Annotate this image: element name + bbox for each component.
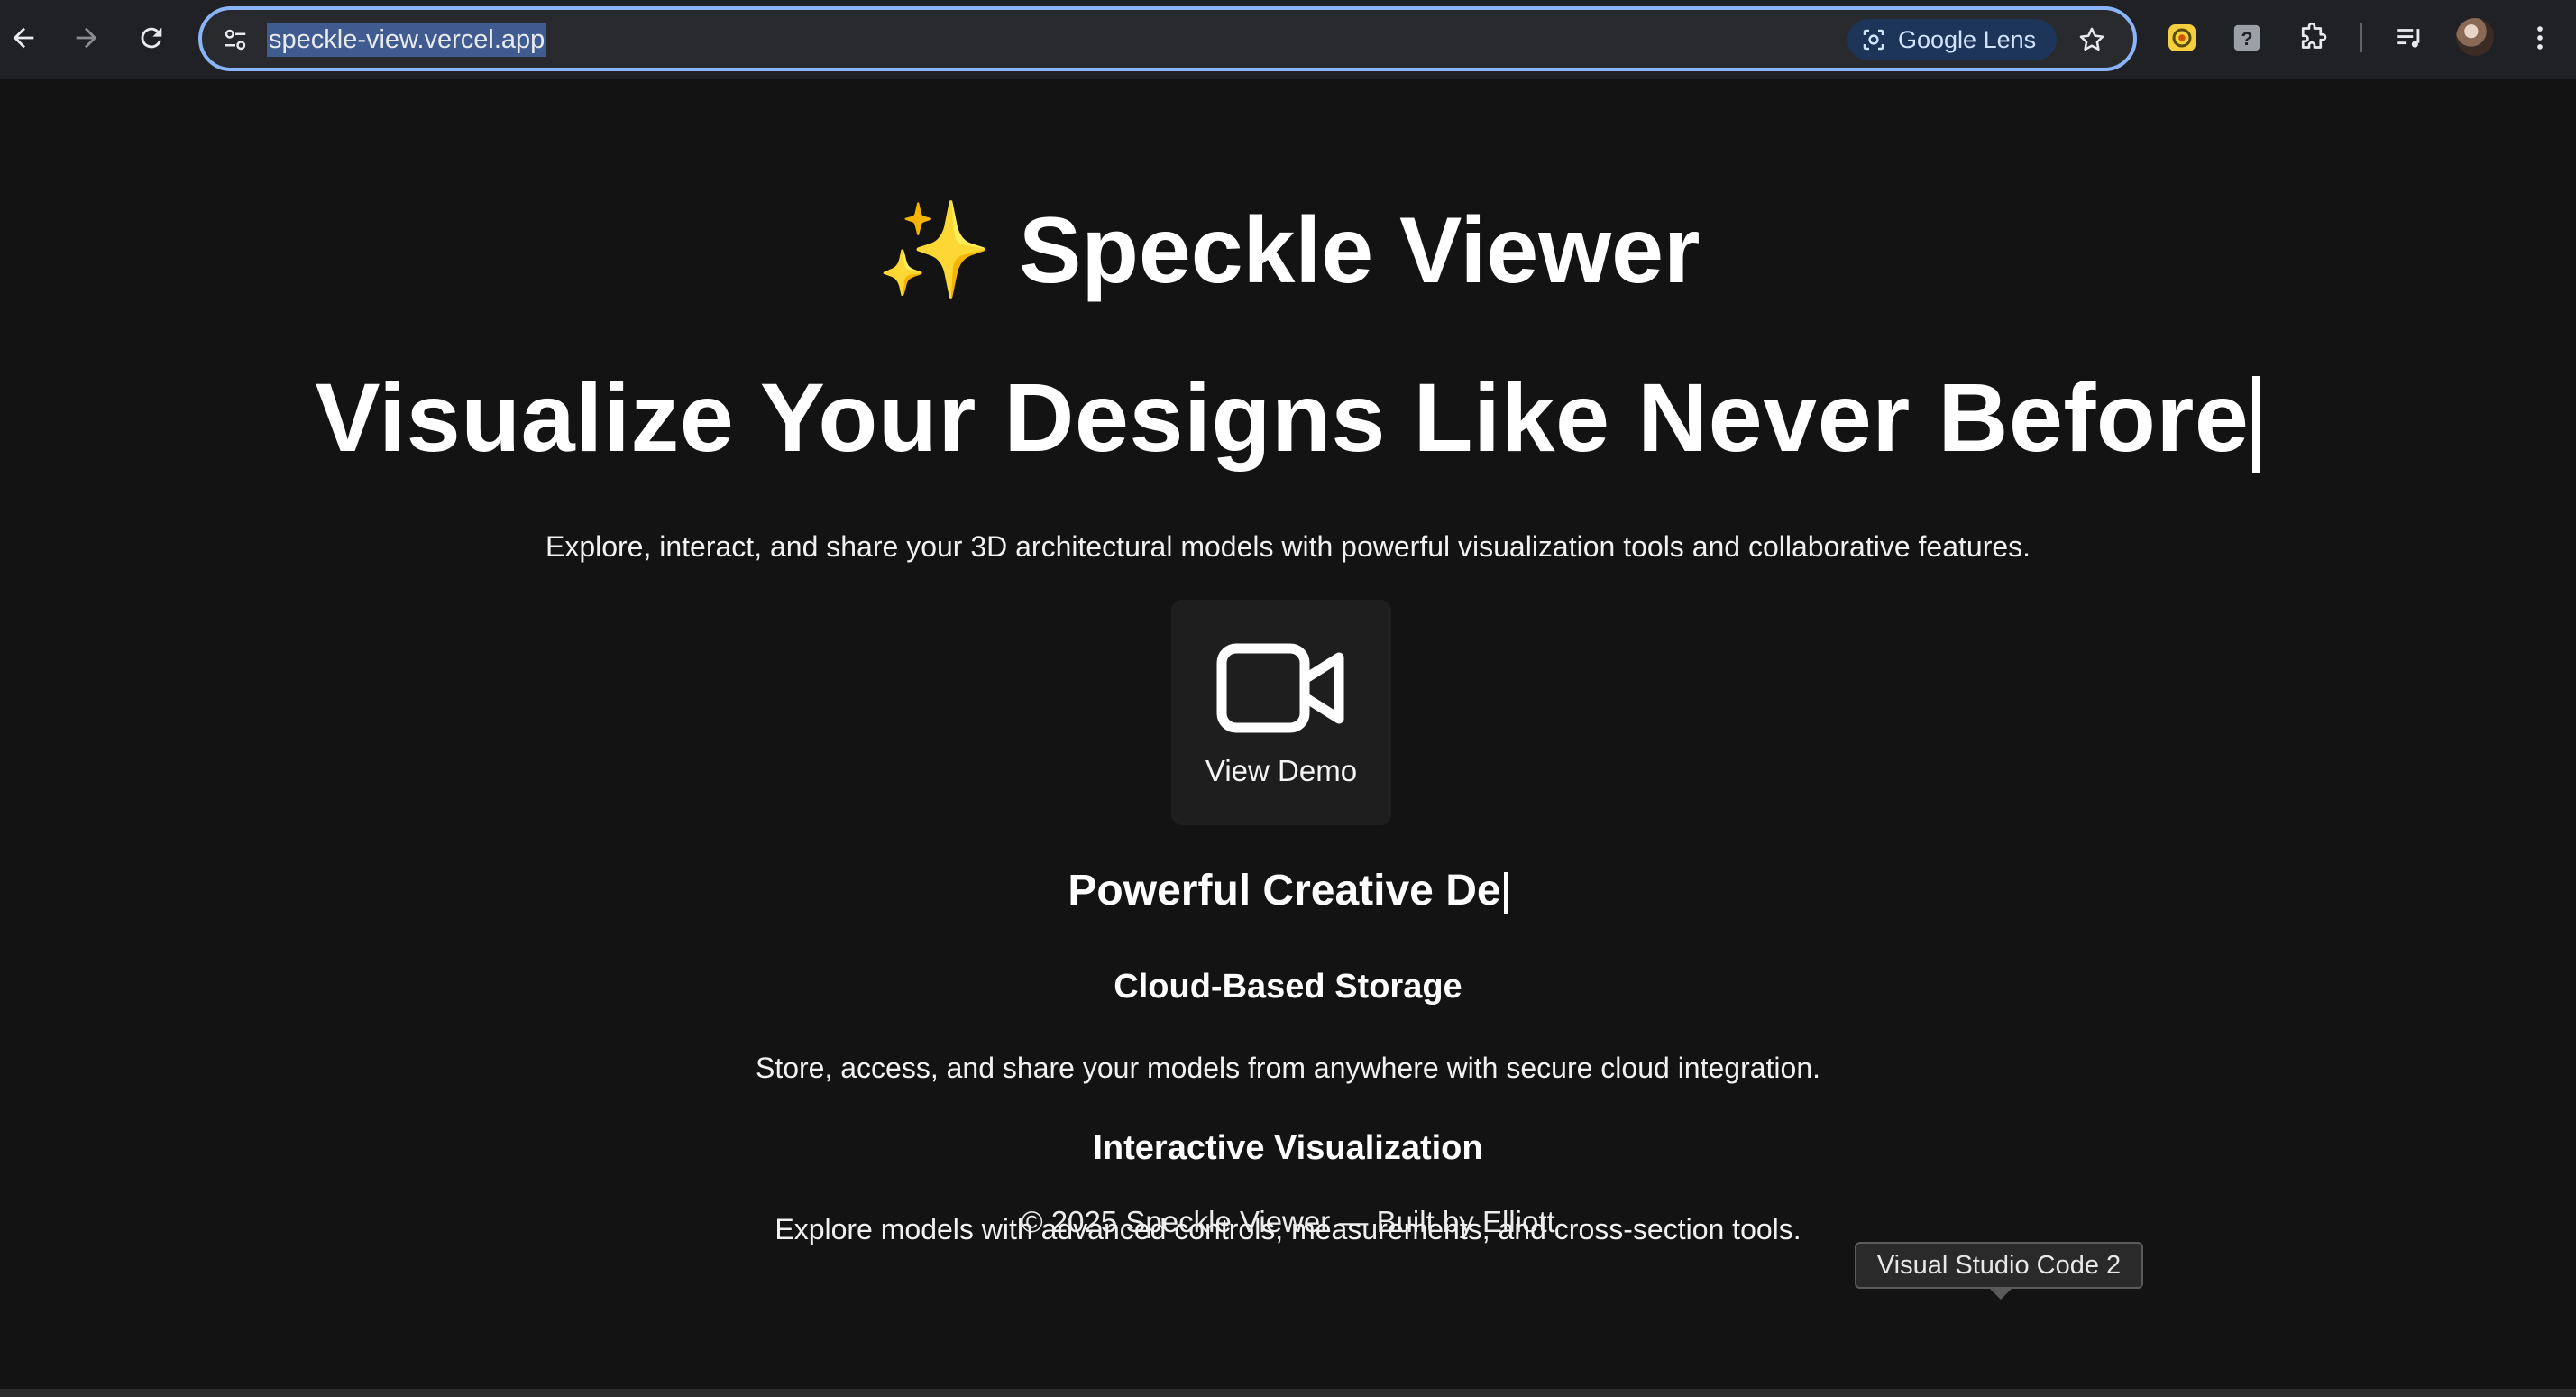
typing-cursor xyxy=(2252,376,2261,474)
yellow-extension-icon xyxy=(2168,24,2196,51)
video-camera-icon xyxy=(1216,643,1344,733)
feature-description: Store, access, and share your models fro… xyxy=(755,1052,1821,1084)
toolbar-divider xyxy=(2360,23,2362,52)
star-icon xyxy=(2079,27,2104,51)
yellow-extension-button[interactable] xyxy=(2162,18,2202,58)
browser-toolbar: speckle-view.vercel.app Google Lens ? xyxy=(0,0,2576,79)
hero-subtext: Explore, interact, and share your 3D arc… xyxy=(545,530,2031,563)
page-content: ✨ Speckle Viewer Visualize Your Designs … xyxy=(0,79,2576,1391)
help-extension-icon: ? xyxy=(2233,24,2260,51)
lens-icon xyxy=(1863,29,1884,51)
media-queue-icon xyxy=(2397,29,2420,48)
google-lens-label: Google Lens xyxy=(1898,25,2037,53)
reload-icon xyxy=(141,27,162,49)
hero-headline: Visualize Your Designs Like Never Before xyxy=(0,359,2576,476)
puzzle-icon xyxy=(2301,22,2327,49)
svg-text:?: ? xyxy=(2241,28,2253,50)
dock-tooltip: Visual Studio Code 2 xyxy=(1855,1242,2143,1300)
kebab-menu-icon xyxy=(2537,26,2543,50)
view-demo-button[interactable]: View Demo xyxy=(1171,600,1391,825)
site-info-button[interactable] xyxy=(218,23,252,57)
hero-headline-text: Visualize Your Designs Like Never Before xyxy=(315,363,2250,472)
address-bar[interactable]: speckle-view.vercel.app Google Lens xyxy=(198,6,2137,71)
forward-button[interactable] xyxy=(65,16,108,60)
features-heading-text: Powerful Creative De xyxy=(1068,867,1501,914)
avatar[interactable] xyxy=(2456,18,2494,56)
arrow-left-icon xyxy=(13,27,34,49)
brand-title: ✨ Speckle Viewer xyxy=(0,197,2576,305)
brand-name: Speckle Viewer xyxy=(1018,198,1701,303)
google-lens-button[interactable]: Google Lens xyxy=(1847,19,2057,60)
window-bottom-edge xyxy=(0,1389,2576,1397)
typing-cursor xyxy=(1503,872,1508,914)
sparkles-icon: ✨ xyxy=(875,198,994,303)
extensions-button[interactable] xyxy=(2292,18,2332,58)
view-demo-label: View Demo xyxy=(1205,754,1358,787)
back-button[interactable] xyxy=(2,16,45,60)
features-heading: Powerful Creative De xyxy=(0,866,2576,916)
tune-icon xyxy=(225,29,246,51)
bookmark-button[interactable] xyxy=(2073,21,2111,59)
reload-button[interactable] xyxy=(130,16,173,60)
media-queue-button[interactable] xyxy=(2389,18,2429,58)
url-text[interactable]: speckle-view.vercel.app xyxy=(267,23,547,57)
browser-menu-button[interactable] xyxy=(2520,18,2560,58)
help-extension-button[interactable]: ? xyxy=(2227,18,2267,58)
feature-title: Interactive Visualization xyxy=(1093,1129,1483,1167)
feature-title: Cloud-Based Storage xyxy=(1114,968,1462,1006)
arrow-right-icon xyxy=(76,27,97,49)
footer-text: © 2025 Speckle Viewer — Built by Elliott xyxy=(1021,1205,1555,1238)
